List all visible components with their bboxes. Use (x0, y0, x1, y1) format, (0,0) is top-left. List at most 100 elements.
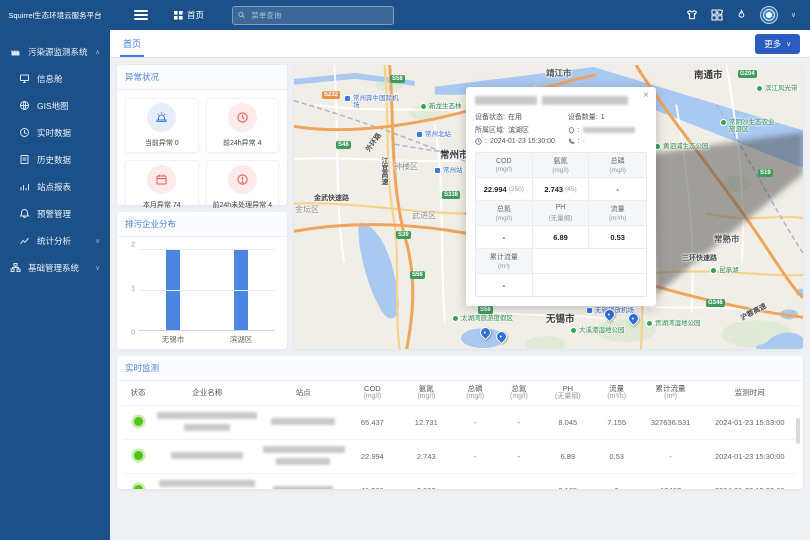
param-header: COD(mg/l) (476, 153, 533, 178)
sidebar-item-info-cabin[interactable]: 信息舱 (0, 65, 110, 92)
col-flow: 流量(m³/h) (595, 381, 639, 406)
chevron-down-icon: ∨ (786, 40, 791, 48)
map-label: 外环路 (365, 132, 384, 154)
col-monitor-time: 监测时间 (703, 381, 797, 406)
sidebar-item-label: 基础管理系统 (28, 262, 79, 274)
map-label: 江宜高速 (380, 157, 388, 185)
param-header: 累计流量(m³) (476, 249, 533, 274)
map-label: 昆承湖 (710, 267, 739, 274)
cell-time: 2024-01-23 15:33:00 (703, 406, 797, 440)
app-logo: Squirrel生态环境云服务平台 (0, 10, 110, 21)
cell-status (123, 440, 153, 474)
sidebar-item-realtime-data[interactable]: 实时数据 (0, 119, 110, 146)
more-button[interactable]: 更多 ∨ (755, 34, 800, 54)
calendar-icon (147, 165, 176, 194)
cell-nh3n: 3.593 (399, 474, 453, 489)
col-cod: COD(mg/l) (345, 381, 399, 406)
param-value: 2.743(45) (533, 178, 590, 201)
road-shield: G346 (706, 299, 725, 307)
param-header: PH(无量纲) (533, 201, 590, 226)
phone: :· (568, 138, 647, 145)
param-header: 流量(m³/h) (589, 201, 646, 226)
cell-enterprise-redacted (153, 474, 261, 489)
road-shield: S232 (322, 91, 340, 99)
chevron-down-icon[interactable]: ∨ (791, 11, 796, 19)
sidebar-item-label: 站点报表 (37, 181, 71, 193)
status-dot-green (134, 485, 143, 489)
sidebar-item-statistics-analysis[interactable]: 统计分析 ∨ (0, 227, 110, 254)
tab-home[interactable]: 首页 (120, 30, 144, 57)
map-marker-pin[interactable] (478, 325, 494, 341)
cell-enterprise-redacted (153, 406, 261, 440)
caret-down-icon: ∨ (95, 237, 100, 245)
status-dot-green (134, 417, 143, 426)
stat-label: 本月异常 74 (143, 200, 181, 210)
theme-tshirt-icon[interactable] (686, 9, 698, 21)
device-count: 设备数量:1 (568, 112, 647, 122)
road-shield: S19 (758, 169, 773, 177)
sidebar-item-gis-map[interactable]: GIS地图 (0, 92, 110, 119)
redacted-text (475, 96, 537, 105)
close-icon[interactable]: × (643, 90, 649, 101)
panel-title: 异常状况 (117, 65, 287, 90)
region: 所属区域:滨湖区 (475, 125, 564, 135)
col-station: 站点 (261, 381, 345, 406)
bell-icon (19, 208, 30, 219)
param-header: 总磷(mg/l) (589, 153, 646, 178)
stat-card-24h-abnormal: 前24h异常 4 (206, 98, 280, 153)
map-label: 新龙生态林 (420, 103, 462, 110)
menu-search[interactable] (232, 6, 394, 25)
gis-map[interactable]: 靖江市南通市常州市钟楼区武进区金坛区常熟市无锡市金武快速路三环快速路江宜高速外环… (294, 65, 803, 349)
table-header-row: 状态 企业名称 站点 COD(mg/l) 氨氮(mg/l) 总磷(mg/l) 总… (123, 381, 797, 406)
search-icon (238, 11, 245, 19)
flame-icon[interactable] (736, 9, 747, 21)
map-label: 常熟市 (714, 235, 740, 245)
factory-icon (10, 46, 21, 57)
map-marker-pin[interactable] (494, 329, 510, 345)
cell-ph: 8.135 (541, 474, 595, 489)
param-value: - (589, 178, 646, 201)
cell-ph: 8.045 (541, 406, 595, 440)
tab-bar: 首页 更多 ∨ (110, 30, 810, 58)
search-input[interactable] (249, 10, 388, 21)
sidebar-item-station-report[interactable]: 站点报表 (0, 173, 110, 200)
document-icon (19, 154, 30, 165)
stat-label: 前24h未处理异常 4 (212, 200, 272, 210)
address-redacted: : (568, 125, 647, 135)
user-avatar[interactable] (760, 6, 778, 24)
table-scrollbar[interactable] (796, 418, 800, 444)
sidebar-item-label: 历史数据 (37, 154, 71, 166)
cell-station-redacted (261, 474, 345, 489)
sidebar-item-pollution-monitoring-system[interactable]: 污染源监测系统 ∧ (0, 38, 110, 65)
sidebar-item-base-management-system[interactable]: 基础管理系统 ∨ (0, 254, 110, 281)
breadcrumb[interactable]: 首页 (174, 9, 204, 21)
map-label: 钟楼区 (394, 162, 418, 171)
map-label: 黄泗浦生态公园 (654, 143, 709, 150)
sidebar: 污染源监测系统 ∧ 信息舱 GIS地图 实时数据 历史数据 站点报表 (0, 30, 110, 540)
cell-time: 2024-01-23 15:30:00 (703, 474, 797, 489)
param-value: - (476, 226, 533, 249)
table-row[interactable]: 22.994 2.743 - - 6.89 0.53 - 2024-01-23 … (123, 440, 797, 474)
bar-chart-plot (139, 249, 275, 331)
bar-chart-yaxis: 012 (125, 245, 135, 333)
table-row[interactable]: 65.437 12.731 - - 8.045 7.155 327636.531… (123, 406, 797, 440)
cell-tn: - (497, 474, 541, 489)
sitemap-icon (10, 262, 21, 273)
clock-icon (19, 127, 30, 138)
col-ph: PH(无量纲) (541, 381, 595, 406)
caret-up-icon: ∧ (95, 48, 100, 56)
col-nh3n: 氨氮(mg/l) (399, 381, 453, 406)
realtime-monitor-panel: 实时监测 状态 企业名称 站点 COD(mg/l) 氨氮( (117, 356, 803, 489)
table-row[interactable]: 41.933 3.593 - - 8.135 0 13467 2024-01-2… (123, 474, 797, 489)
layout-icon[interactable] (711, 9, 723, 21)
popup-info: 设备状态:在用 设备数量:1 所属区域:滨湖区 : (475, 112, 647, 145)
sidebar-item-history-data[interactable]: 历史数据 (0, 146, 110, 173)
col-tp: 总磷(mg/l) (453, 381, 497, 406)
cell-flow: 0 (595, 474, 639, 489)
status-dot-green (134, 451, 143, 460)
sidebar-item-warning-management[interactable]: 预警管理 (0, 200, 110, 227)
station-info-popup: × 设备状态:在用 设备数量:1 所属区域:滨湖区 (466, 87, 656, 306)
cell-time: 2024-01-23 15:30:00 (703, 440, 797, 474)
menu-toggle-icon[interactable] (134, 10, 148, 20)
bar-category-label: 无锡市 (139, 334, 207, 345)
